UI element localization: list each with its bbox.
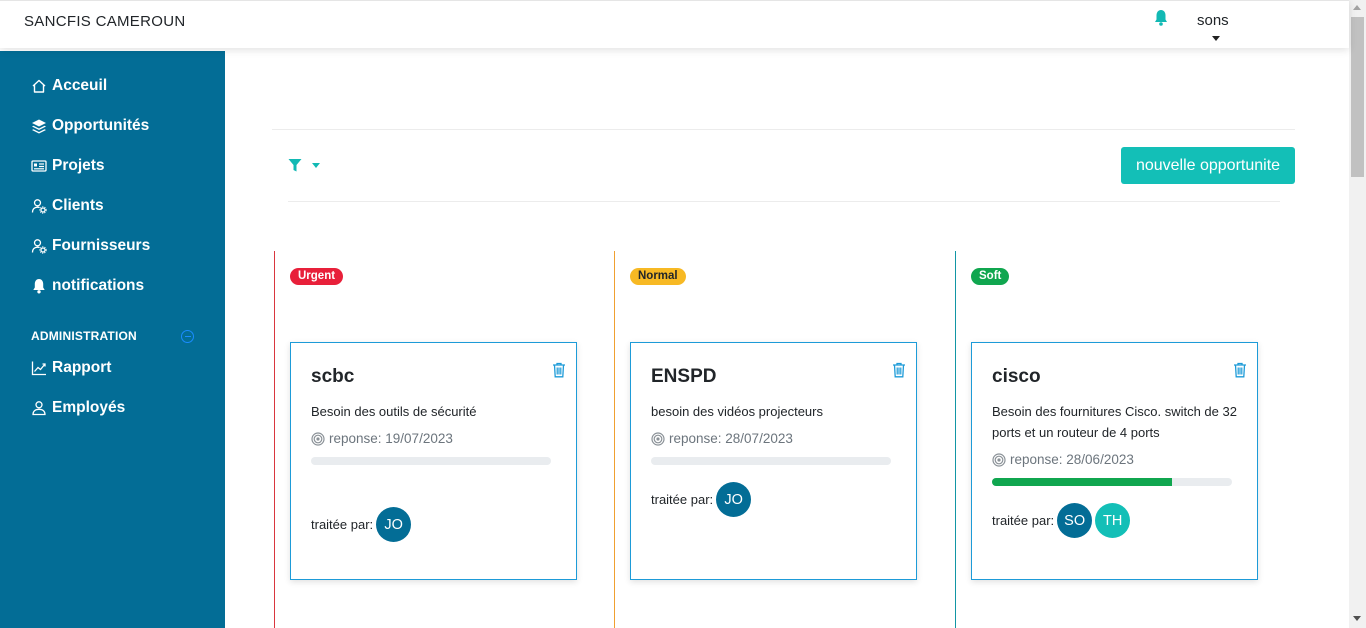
card-assignees: traitée par: SO TH bbox=[992, 503, 1131, 538]
card-response-date: reponse: 19/07/2023 bbox=[311, 431, 453, 446]
bell-icon bbox=[33, 279, 45, 294]
divider bbox=[272, 129, 1295, 130]
user-cog-icon bbox=[31, 199, 47, 214]
treated-by-label: traitée par: bbox=[992, 513, 1055, 528]
progress-fill bbox=[992, 478, 1172, 486]
scroll-up-icon[interactable] bbox=[1353, 5, 1361, 10]
top-navbar: SANCFIS CAMEROUN sons bbox=[0, 0, 1349, 48]
sidebar-item-clients[interactable]: Clients bbox=[31, 195, 104, 217]
avatar[interactable]: TH bbox=[1095, 503, 1131, 538]
target-icon bbox=[651, 431, 665, 446]
bell-icon[interactable] bbox=[1153, 9, 1169, 27]
progress-bar bbox=[651, 457, 891, 465]
opportunity-card[interactable]: cisco Besoin des fournitures Cisco. swit… bbox=[971, 342, 1258, 580]
priority-badge-normal: Normal bbox=[630, 268, 686, 285]
target-icon bbox=[311, 431, 325, 446]
chevron-down-icon[interactable] bbox=[1212, 36, 1220, 41]
user-cog-icon bbox=[31, 239, 47, 254]
sidebar-item-projets[interactable]: Projets bbox=[31, 155, 105, 177]
scroll-down-icon[interactable] bbox=[1353, 616, 1361, 621]
trash-icon[interactable] bbox=[1233, 362, 1247, 378]
avatar[interactable]: JO bbox=[716, 482, 752, 517]
sidebar-item-fournisseurs[interactable]: Fournisseurs bbox=[31, 235, 150, 257]
new-opportunity-button[interactable]: nouvelle opportunite bbox=[1121, 147, 1295, 184]
collapse-icon[interactable] bbox=[181, 330, 194, 343]
sidebar: Acceuil Opportunités Projets Clients Fou… bbox=[0, 51, 225, 628]
id-card-icon bbox=[31, 160, 47, 172]
scrollbar-thumb[interactable] bbox=[1351, 17, 1364, 177]
target-icon bbox=[992, 452, 1006, 467]
sidebar-item-label: Employés bbox=[52, 399, 126, 416]
treated-by-label: traitée par: bbox=[311, 517, 374, 532]
user-icon bbox=[32, 401, 46, 416]
card-title: cisco bbox=[992, 366, 1041, 387]
priority-badge-urgent: Urgent bbox=[290, 268, 344, 285]
chart-line-icon bbox=[31, 361, 46, 376]
sidebar-item-label: Fournisseurs bbox=[52, 237, 151, 254]
card-assignees: traitée par: JO bbox=[311, 507, 412, 542]
trash-icon[interactable] bbox=[892, 362, 906, 378]
chevron-down-icon bbox=[312, 163, 320, 168]
scrollbar[interactable] bbox=[1349, 0, 1366, 628]
sidebar-item-rapport[interactable]: Rapport bbox=[31, 357, 111, 379]
card-title: scbc bbox=[311, 366, 355, 387]
card-assignees: traitée par: JO bbox=[651, 482, 752, 517]
avatar[interactable]: JO bbox=[376, 507, 412, 542]
card-description: Besoin des fournitures Cisco. switch de … bbox=[992, 404, 1237, 440]
home-icon bbox=[32, 79, 46, 93]
sidebar-item-label: Acceuil bbox=[52, 77, 108, 94]
trash-icon[interactable] bbox=[552, 362, 566, 378]
card-description: Besoin des outils de sécurité bbox=[311, 404, 477, 419]
card-title: ENSPD bbox=[651, 366, 717, 387]
sidebar-item-employes[interactable]: Employés bbox=[31, 397, 125, 419]
sidebar-item-notifications[interactable]: notifications bbox=[31, 275, 144, 297]
sidebar-item-opportunites[interactable]: Opportunités bbox=[31, 115, 149, 137]
card-response-text: reponse: 28/06/2023 bbox=[1010, 452, 1134, 467]
progress-bar bbox=[311, 457, 551, 465]
sidebar-item-label: Rapport bbox=[52, 359, 112, 376]
sidebar-item-label: Clients bbox=[52, 197, 104, 214]
sidebar-item-label: notifications bbox=[52, 277, 145, 294]
avatar[interactable]: SO bbox=[1057, 503, 1093, 538]
sidebar-section-administration: ADMINISTRATION bbox=[31, 329, 137, 343]
filter-icon bbox=[288, 159, 302, 172]
treated-by-label: traitée par: bbox=[651, 492, 714, 507]
column-line-urgent bbox=[274, 251, 275, 628]
priority-badge-soft: Soft bbox=[971, 268, 1010, 285]
card-response-text: reponse: 28/07/2023 bbox=[669, 431, 793, 446]
column-line-soft bbox=[955, 251, 956, 628]
column-line-normal bbox=[614, 251, 615, 628]
opportunity-card[interactable]: ENSPD besoin des vidéos projecteurs repo… bbox=[630, 342, 917, 580]
brand-title[interactable]: SANCFIS CAMEROUN bbox=[24, 13, 185, 30]
progress-bar bbox=[992, 478, 1232, 486]
sidebar-item-label: Projets bbox=[52, 157, 105, 174]
opportunity-card[interactable]: scbc Besoin des outils de sécurité repon… bbox=[290, 342, 577, 580]
card-description: besoin des vidéos projecteurs bbox=[651, 404, 823, 419]
layers-icon bbox=[32, 119, 46, 134]
card-response-text: reponse: 19/07/2023 bbox=[329, 431, 453, 446]
card-response-date: reponse: 28/06/2023 bbox=[992, 452, 1134, 467]
card-response-date: reponse: 28/07/2023 bbox=[651, 431, 793, 446]
divider bbox=[288, 201, 1280, 202]
sidebar-item-acceuil[interactable]: Acceuil bbox=[31, 75, 107, 97]
user-menu-name[interactable]: sons bbox=[1197, 12, 1229, 29]
filter-dropdown[interactable] bbox=[288, 158, 320, 173]
sidebar-item-label: Opportunités bbox=[52, 117, 150, 134]
